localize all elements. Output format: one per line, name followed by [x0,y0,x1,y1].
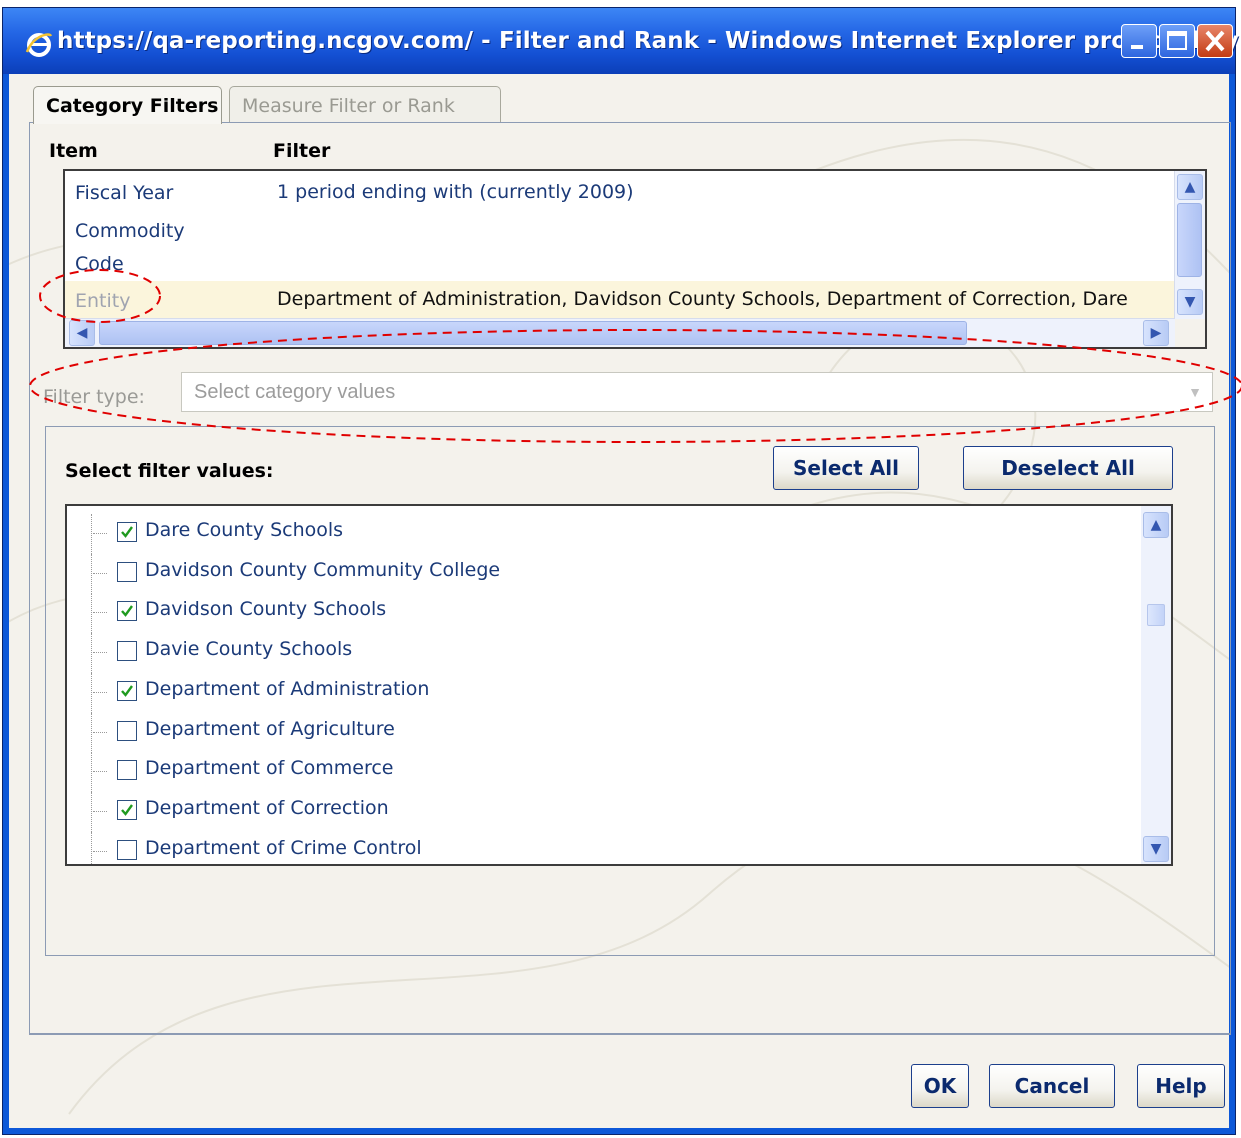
tree-connector-tick [93,691,107,693]
checkbox[interactable] [117,720,137,741]
grid-filter-value: 1 period ending with (currently 2009) [277,181,634,203]
select-filter-values-label: Select filter values: [65,460,274,482]
tree-connector-tick [93,850,107,852]
scroll-corner [1175,319,1205,347]
filter-rank-window: https://qa-reporting.ncgov.com/ - Filter… [2,7,1241,1135]
tree-connector-tick [93,652,107,654]
scroll-right-icon[interactable]: ▶ [1143,320,1169,346]
checkbox[interactable] [117,561,137,582]
filter-values-list: Dare County Schools Davidson County Commu… [65,504,1173,866]
checkmark-icon [121,526,133,538]
list-item-label: Department of Administration [145,677,430,700]
tree-connector [91,553,92,594]
list-item-label: Davidson County Schools [145,598,387,621]
category-filter-grid: Fiscal Year 1 period ending with (curren… [63,169,1207,349]
filter-type-select[interactable]: Select category values ▼ [181,372,1213,412]
column-header-filter: Filter [273,140,331,162]
list-scroll-thumb[interactable] [1147,604,1165,626]
tree-connector-tick [93,572,107,574]
dialog-client-area: Category Filters Measure Filter or Rank … [9,74,1231,1128]
tree-connector-tick [93,810,107,812]
tree-connector [91,712,92,753]
grid-hscroll-thumb[interactable] [99,321,967,345]
ie-icon [25,33,53,57]
grid-vertical-scrollbar[interactable]: ▲ ▼ [1174,171,1205,321]
list-item-label: Department of Crime Control [145,836,422,859]
checkmark-icon [121,804,133,816]
checkbox[interactable] [117,839,137,860]
grid-item-label: Entity [75,290,131,312]
chevron-down-icon[interactable]: ▼ [1180,375,1210,409]
filter-type-value: Select category values [194,381,396,403]
help-button[interactable]: Help [1137,1064,1225,1108]
tree-connector-tick [93,771,107,773]
grid-scroll-thumb[interactable] [1177,203,1202,277]
footer-separator [29,1034,1231,1035]
scroll-down-icon[interactable]: ▼ [1143,836,1169,862]
select-all-button[interactable]: Select All [773,446,919,490]
grid-item-label-line2: Code [75,253,124,275]
list-item-label: Dare County Schools [145,519,344,541]
tree-connector [91,831,92,864]
grid-row-commodity-code[interactable]: Commodity Code [65,215,1175,281]
tree-connector-tick [93,731,107,733]
list-item-label: Department of Commerce [145,757,394,780]
tree-connector [91,672,92,713]
list-item-label: Davidson County Community College [145,558,501,581]
grid-item-label: Fiscal Year [75,182,174,204]
grid-filter-value: Department of Administration, Davidson C… [277,288,1128,310]
column-header-item: Item [49,140,98,162]
title-bar[interactable]: https://qa-reporting.ncgov.com/ - Filter… [3,8,1241,74]
grid-row-fiscal-year[interactable]: Fiscal Year 1 period ending with (curren… [65,175,1175,215]
list-item-label: Davie County Schools [145,638,353,661]
close-icon[interactable] [1197,24,1233,58]
list-item-label: Department of Correction [145,796,389,819]
checkmark-icon [121,685,133,697]
tree-connector [91,752,92,793]
scroll-down-icon[interactable]: ▼ [1177,289,1203,315]
tree-connector [91,514,92,554]
scroll-left-icon[interactable]: ◀ [69,320,95,346]
window-title: https://qa-reporting.ncgov.com/ - Filter… [57,28,1241,54]
tree-connector [91,633,92,674]
checkbox[interactable] [117,601,137,622]
checkbox[interactable] [117,760,137,781]
maximize-icon[interactable] [1159,24,1195,58]
ok-button[interactable]: OK [911,1064,969,1108]
grid-horizontal-scrollbar[interactable]: ◀ ▶ [65,318,1175,347]
tab-measure-filter-rank[interactable]: Measure Filter or Rank [229,86,501,122]
tree-connector [91,791,92,832]
checkbox[interactable] [117,680,137,701]
scroll-up-icon[interactable]: ▲ [1177,174,1203,200]
tree-connector-tick [93,533,107,534]
grid-row-entity[interactable]: Entity Department of Administration, Dav… [65,281,1175,319]
deselect-all-button[interactable]: Deselect All [963,446,1173,490]
checkmark-icon [121,605,133,618]
scroll-up-icon[interactable]: ▲ [1143,512,1169,538]
grid-item-label: Commodity [75,220,185,242]
list-vertical-scrollbar[interactable]: ▲ ▼ [1141,506,1171,864]
tree-connector [91,593,92,634]
filter-type-label: Filter type: [43,386,145,408]
list-item-label: Department of Agriculture [145,717,395,740]
checkbox[interactable] [117,641,137,662]
tab-category-filters[interactable]: Category Filters [33,86,222,124]
checkbox[interactable] [117,522,137,542]
checkbox[interactable] [117,799,137,820]
tree-connector-tick [93,612,107,614]
minimize-icon[interactable] [1121,24,1157,58]
cancel-button[interactable]: Cancel [989,1064,1115,1108]
